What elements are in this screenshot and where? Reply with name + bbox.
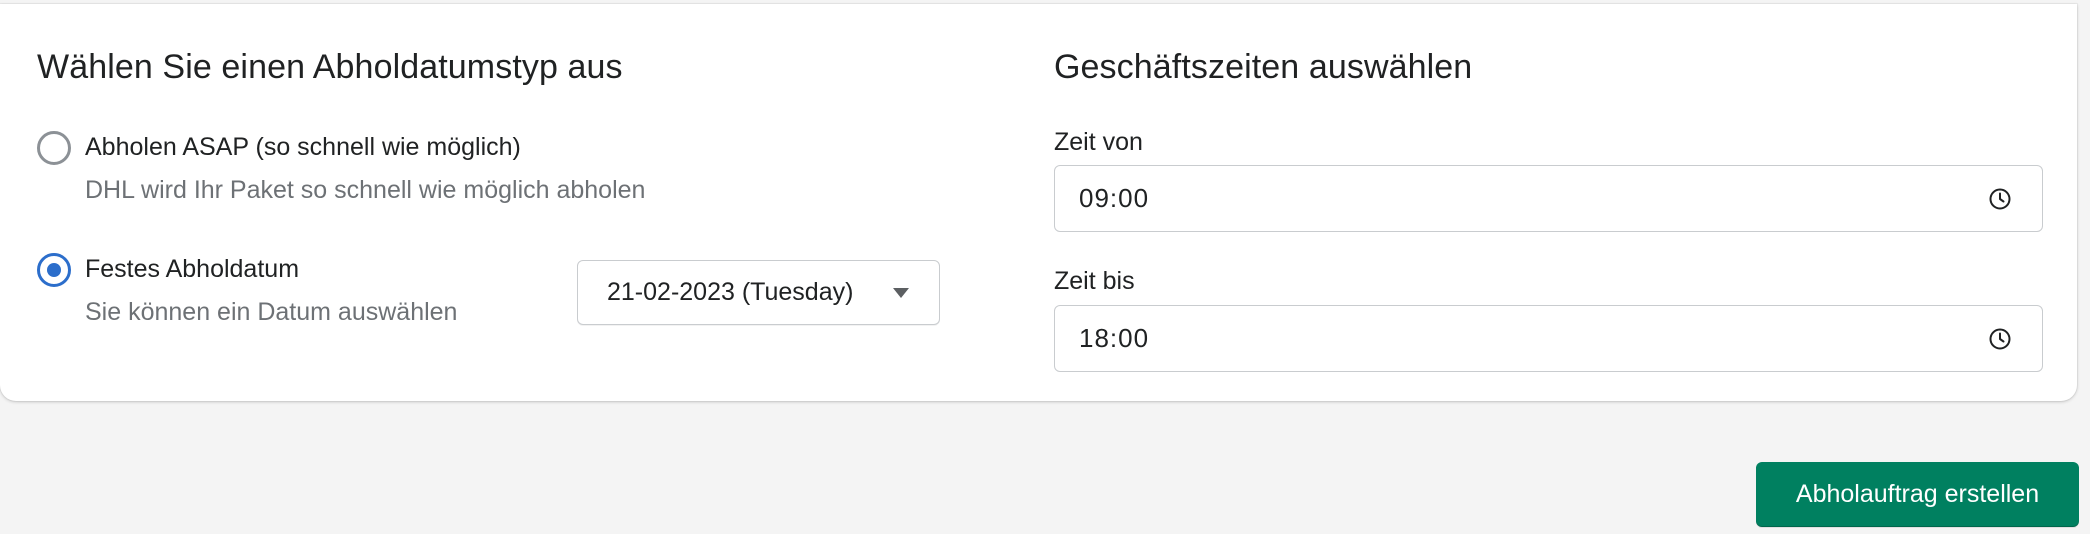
radio-label-asap[interactable]: Abholen ASAP (so schnell wie möglich) xyxy=(85,131,645,163)
time-from-value[interactable]: 09:00 xyxy=(1079,183,1149,214)
time-from-input[interactable]: 09:00 xyxy=(1054,165,2043,232)
time-to-input[interactable]: 18:00 xyxy=(1054,305,2043,372)
pickup-date-value: 21-02-2023 (Tuesday) xyxy=(607,278,854,306)
radio-text-fixed-date: Festes Abholdatum Sie können ein Datum a… xyxy=(85,253,457,328)
radio-option-fixed-date[interactable]: Festes Abholdatum Sie können ein Datum a… xyxy=(37,253,457,328)
clock-icon[interactable] xyxy=(1988,327,2012,351)
caret-down-icon xyxy=(893,287,909,298)
time-to-value[interactable]: 18:00 xyxy=(1079,323,1149,354)
radio-button-asap[interactable] xyxy=(37,131,71,165)
pickup-settings-card: Wählen Sie einen Abholdatumstyp aus Abho… xyxy=(0,4,2077,401)
time-from-label: Zeit von xyxy=(1054,128,1143,156)
clock-icon[interactable] xyxy=(1988,187,2012,211)
business-hours-title: Geschäftszeiten auswählen xyxy=(1054,48,1473,86)
radio-help-fixed-date: Sie können ein Datum auswählen xyxy=(85,298,458,326)
time-to-label: Zeit bis xyxy=(1054,267,1135,295)
pickup-date-select[interactable]: 21-02-2023 (Tuesday) xyxy=(577,260,940,325)
radio-label-fixed-date[interactable]: Festes Abholdatum xyxy=(85,253,457,285)
create-pickup-order-button[interactable]: Abholauftrag erstellen xyxy=(1756,462,2079,527)
radio-help-asap: DHL wird Ihr Paket so schnell wie möglic… xyxy=(85,176,646,204)
radio-option-asap[interactable]: Abholen ASAP (so schnell wie möglich) DH… xyxy=(37,131,645,206)
radio-text-asap: Abholen ASAP (so schnell wie möglich) DH… xyxy=(85,131,645,206)
pickup-type-title: Wählen Sie einen Abholdatumstyp aus xyxy=(37,48,623,86)
radio-button-fixed-date[interactable] xyxy=(37,253,71,287)
